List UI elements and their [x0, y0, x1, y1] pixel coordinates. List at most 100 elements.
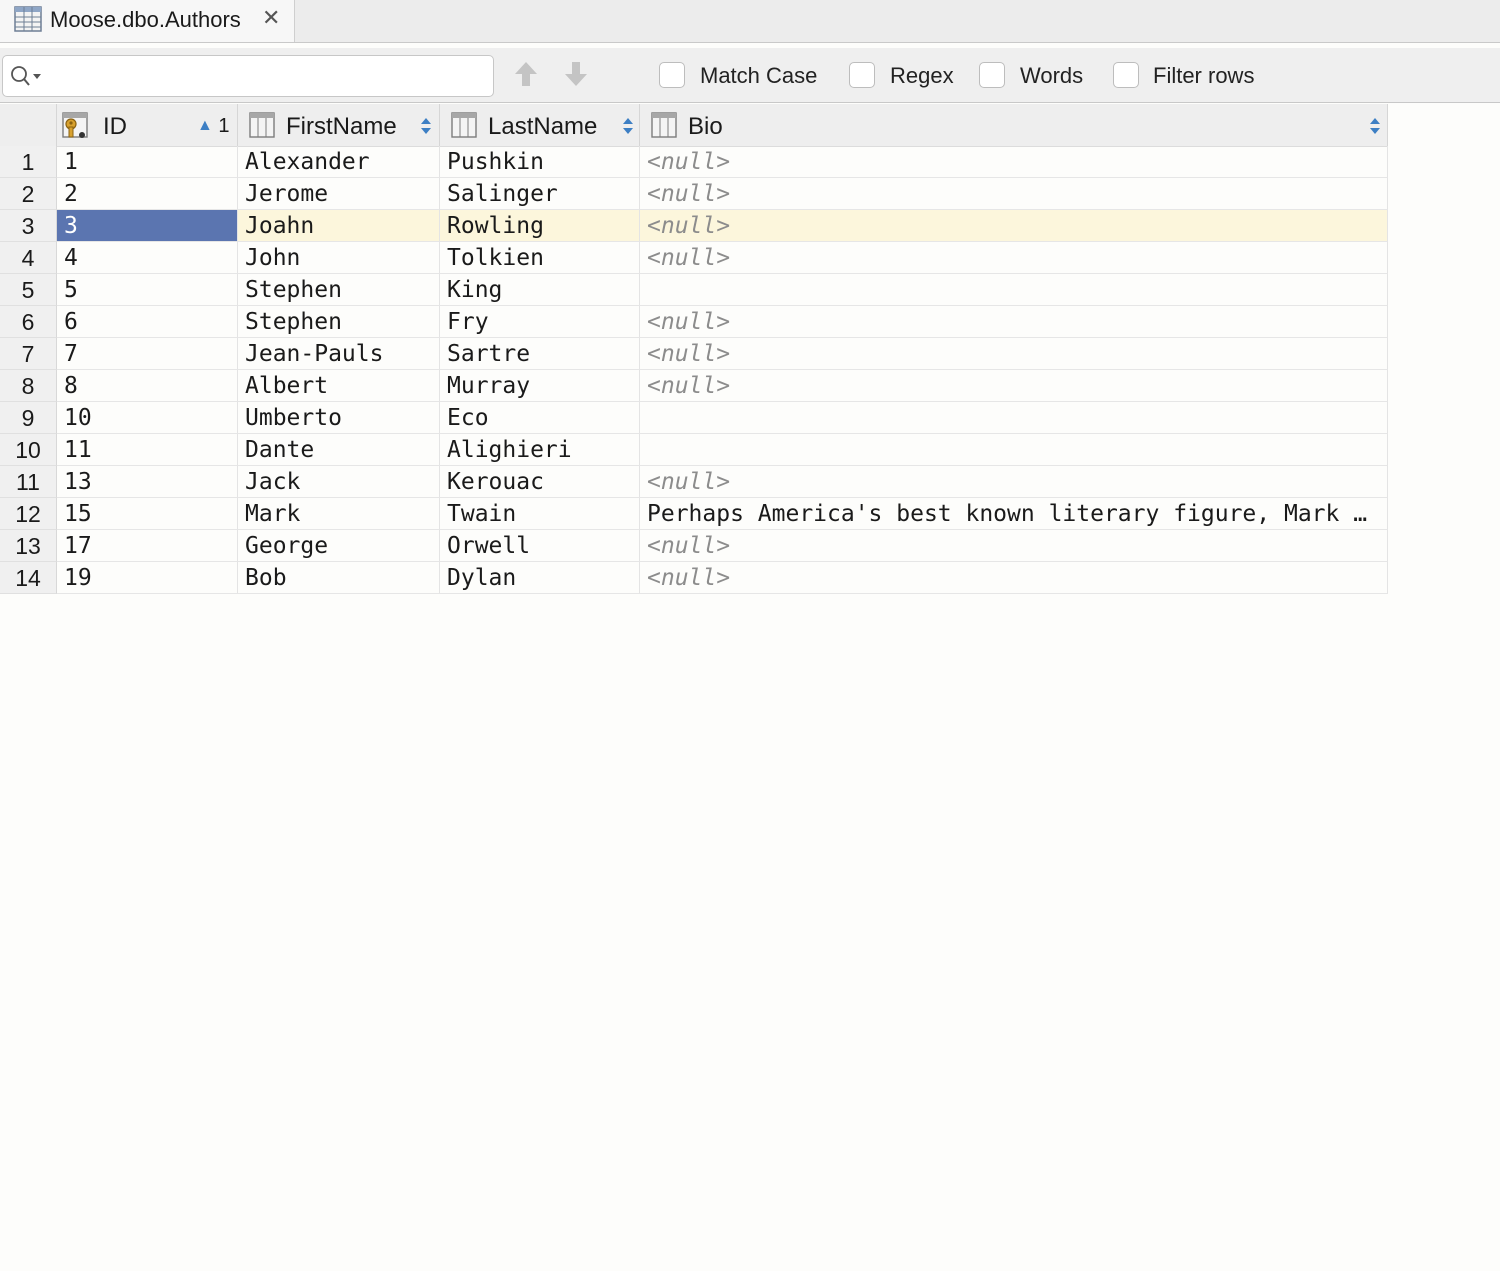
table-row[interactable]: 5 5 Stephen King [0, 274, 1388, 306]
cell-firstname[interactable]: John [238, 242, 440, 274]
cell-firstname[interactable]: Stephen [238, 274, 440, 306]
row-number[interactable]: 14 [0, 562, 57, 594]
table-row[interactable]: 10 11 Dante Alighieri [0, 434, 1388, 466]
row-number[interactable]: 2 [0, 178, 57, 210]
cell-bio[interactable]: <null> [640, 530, 1388, 562]
table-row[interactable]: 4 4 John Tolkien <null> [0, 242, 1388, 274]
row-number[interactable]: 5 [0, 274, 57, 306]
sort-toggle-icon[interactable] [1369, 117, 1381, 135]
table-row[interactable]: 14 19 Bob Dylan <null> [0, 562, 1388, 594]
next-occurrence-icon[interactable] [563, 60, 589, 88]
cell-firstname[interactable]: George [238, 530, 440, 562]
close-icon[interactable]: ✕ [262, 5, 280, 31]
cell-id[interactable]: 7 [57, 338, 238, 370]
table-row[interactable]: 13 17 George Orwell <null> [0, 530, 1388, 562]
words-label[interactable]: Words [1020, 63, 1083, 89]
row-number[interactable]: 1 [0, 146, 57, 178]
match-case-checkbox[interactable] [659, 62, 685, 88]
row-number[interactable]: 11 [0, 466, 57, 498]
table-row[interactable]: 12 15 Mark Twain Perhaps America's best know… [0, 498, 1388, 530]
cell-bio[interactable] [640, 434, 1388, 466]
cell-bio[interactable]: <null> [640, 466, 1388, 498]
words-checkbox[interactable] [979, 62, 1005, 88]
search-icon[interactable] [9, 65, 43, 87]
cell-lastname[interactable]: Tolkien [440, 242, 640, 274]
cell-lastname[interactable]: Kerouac [440, 466, 640, 498]
cell-lastname[interactable]: Pushkin [440, 146, 640, 178]
table-row[interactable]: 3 3 Joahn Rowling <null> [0, 210, 1388, 242]
cell-bio[interactable]: <null> [640, 210, 1388, 242]
row-number[interactable]: 8 [0, 370, 57, 402]
cell-firstname[interactable]: Jack [238, 466, 440, 498]
cell-bio[interactable]: <null> [640, 178, 1388, 210]
cell-firstname[interactable]: Jean-Pauls [238, 338, 440, 370]
table-row[interactable]: 6 6 Stephen Fry <null> [0, 306, 1388, 338]
cell-firstname[interactable]: Umberto [238, 402, 440, 434]
cell-lastname[interactable]: Salinger [440, 178, 640, 210]
column-header-lastname[interactable]: LastName [440, 104, 640, 146]
cell-lastname[interactable]: King [440, 274, 640, 306]
cell-bio[interactable] [640, 274, 1388, 306]
filter-rows-checkbox[interactable] [1113, 62, 1139, 88]
cell-id[interactable]: 8 [57, 370, 238, 402]
table-row[interactable]: 8 8 Albert Murray <null> [0, 370, 1388, 402]
filter-rows-label[interactable]: Filter rows [1153, 63, 1254, 89]
cell-id[interactable]: 5 [57, 274, 238, 306]
cell-bio[interactable]: <null> [640, 370, 1388, 402]
cell-id[interactable]: 15 [57, 498, 238, 530]
table-row[interactable]: 9 10 Umberto Eco [0, 402, 1388, 434]
row-number[interactable]: 6 [0, 306, 57, 338]
cell-bio[interactable] [640, 402, 1388, 434]
cell-id[interactable]: 1 [57, 146, 238, 178]
cell-id[interactable]: 10 [57, 402, 238, 434]
search-input[interactable] [47, 61, 491, 91]
cell-firstname[interactable]: Jerome [238, 178, 440, 210]
tab-authors-table[interactable]: Moose.dbo.Authors ✕ [0, 0, 295, 42]
cell-firstname[interactable]: Dante [238, 434, 440, 466]
table-row[interactable]: 2 2 Jerome Salinger <null> [0, 178, 1388, 210]
cell-bio[interactable]: Perhaps America's best known literary fi… [640, 498, 1388, 530]
cell-lastname[interactable]: Sartre [440, 338, 640, 370]
cell-lastname[interactable]: Murray [440, 370, 640, 402]
row-number[interactable]: 12 [0, 498, 57, 530]
cell-bio[interactable]: <null> [640, 242, 1388, 274]
cell-lastname[interactable]: Dylan [440, 562, 640, 594]
cell-firstname[interactable]: Albert [238, 370, 440, 402]
cell-id[interactable]: 2 [57, 178, 238, 210]
cell-lastname[interactable]: Rowling [440, 210, 640, 242]
row-number[interactable]: 3 [0, 210, 57, 242]
cell-lastname[interactable]: Twain [440, 498, 640, 530]
cell-bio[interactable]: <null> [640, 306, 1388, 338]
cell-id[interactable]: 19 [57, 562, 238, 594]
cell-firstname[interactable]: Joahn [238, 210, 440, 242]
previous-occurrence-icon[interactable] [513, 60, 539, 88]
cell-lastname[interactable]: Fry [440, 306, 640, 338]
cell-lastname[interactable]: Alighieri [440, 434, 640, 466]
table-row[interactable]: 11 13 Jack Kerouac <null> [0, 466, 1388, 498]
cell-bio[interactable]: <null> [640, 338, 1388, 370]
regex-label[interactable]: Regex [890, 63, 954, 89]
search-field[interactable] [2, 55, 494, 97]
regex-checkbox[interactable] [849, 62, 875, 88]
row-number[interactable]: 4 [0, 242, 57, 274]
cell-firstname[interactable]: Mark [238, 498, 440, 530]
cell-lastname[interactable]: Eco [440, 402, 640, 434]
row-number[interactable]: 13 [0, 530, 57, 562]
row-number[interactable]: 9 [0, 402, 57, 434]
column-header-firstname[interactable]: FirstName [238, 104, 440, 146]
column-header-bio[interactable]: Bio [640, 104, 1388, 146]
cell-id[interactable]: 13 [57, 466, 238, 498]
sort-toggle-icon[interactable] [420, 117, 432, 135]
cell-id[interactable]: 3 [57, 210, 238, 242]
cell-lastname[interactable]: Orwell [440, 530, 640, 562]
cell-firstname[interactable]: Bob [238, 562, 440, 594]
cell-id[interactable]: 17 [57, 530, 238, 562]
row-number[interactable]: 10 [0, 434, 57, 466]
column-header-id[interactable]: ID ▲ 1 [57, 104, 238, 146]
cell-id[interactable]: 11 [57, 434, 238, 466]
table-row[interactable]: 1 1 Alexander Pushkin <null> [0, 146, 1388, 178]
cell-firstname[interactable]: Stephen [238, 306, 440, 338]
cell-id[interactable]: 4 [57, 242, 238, 274]
sort-toggle-icon[interactable] [622, 117, 634, 135]
match-case-label[interactable]: Match Case [700, 63, 817, 89]
